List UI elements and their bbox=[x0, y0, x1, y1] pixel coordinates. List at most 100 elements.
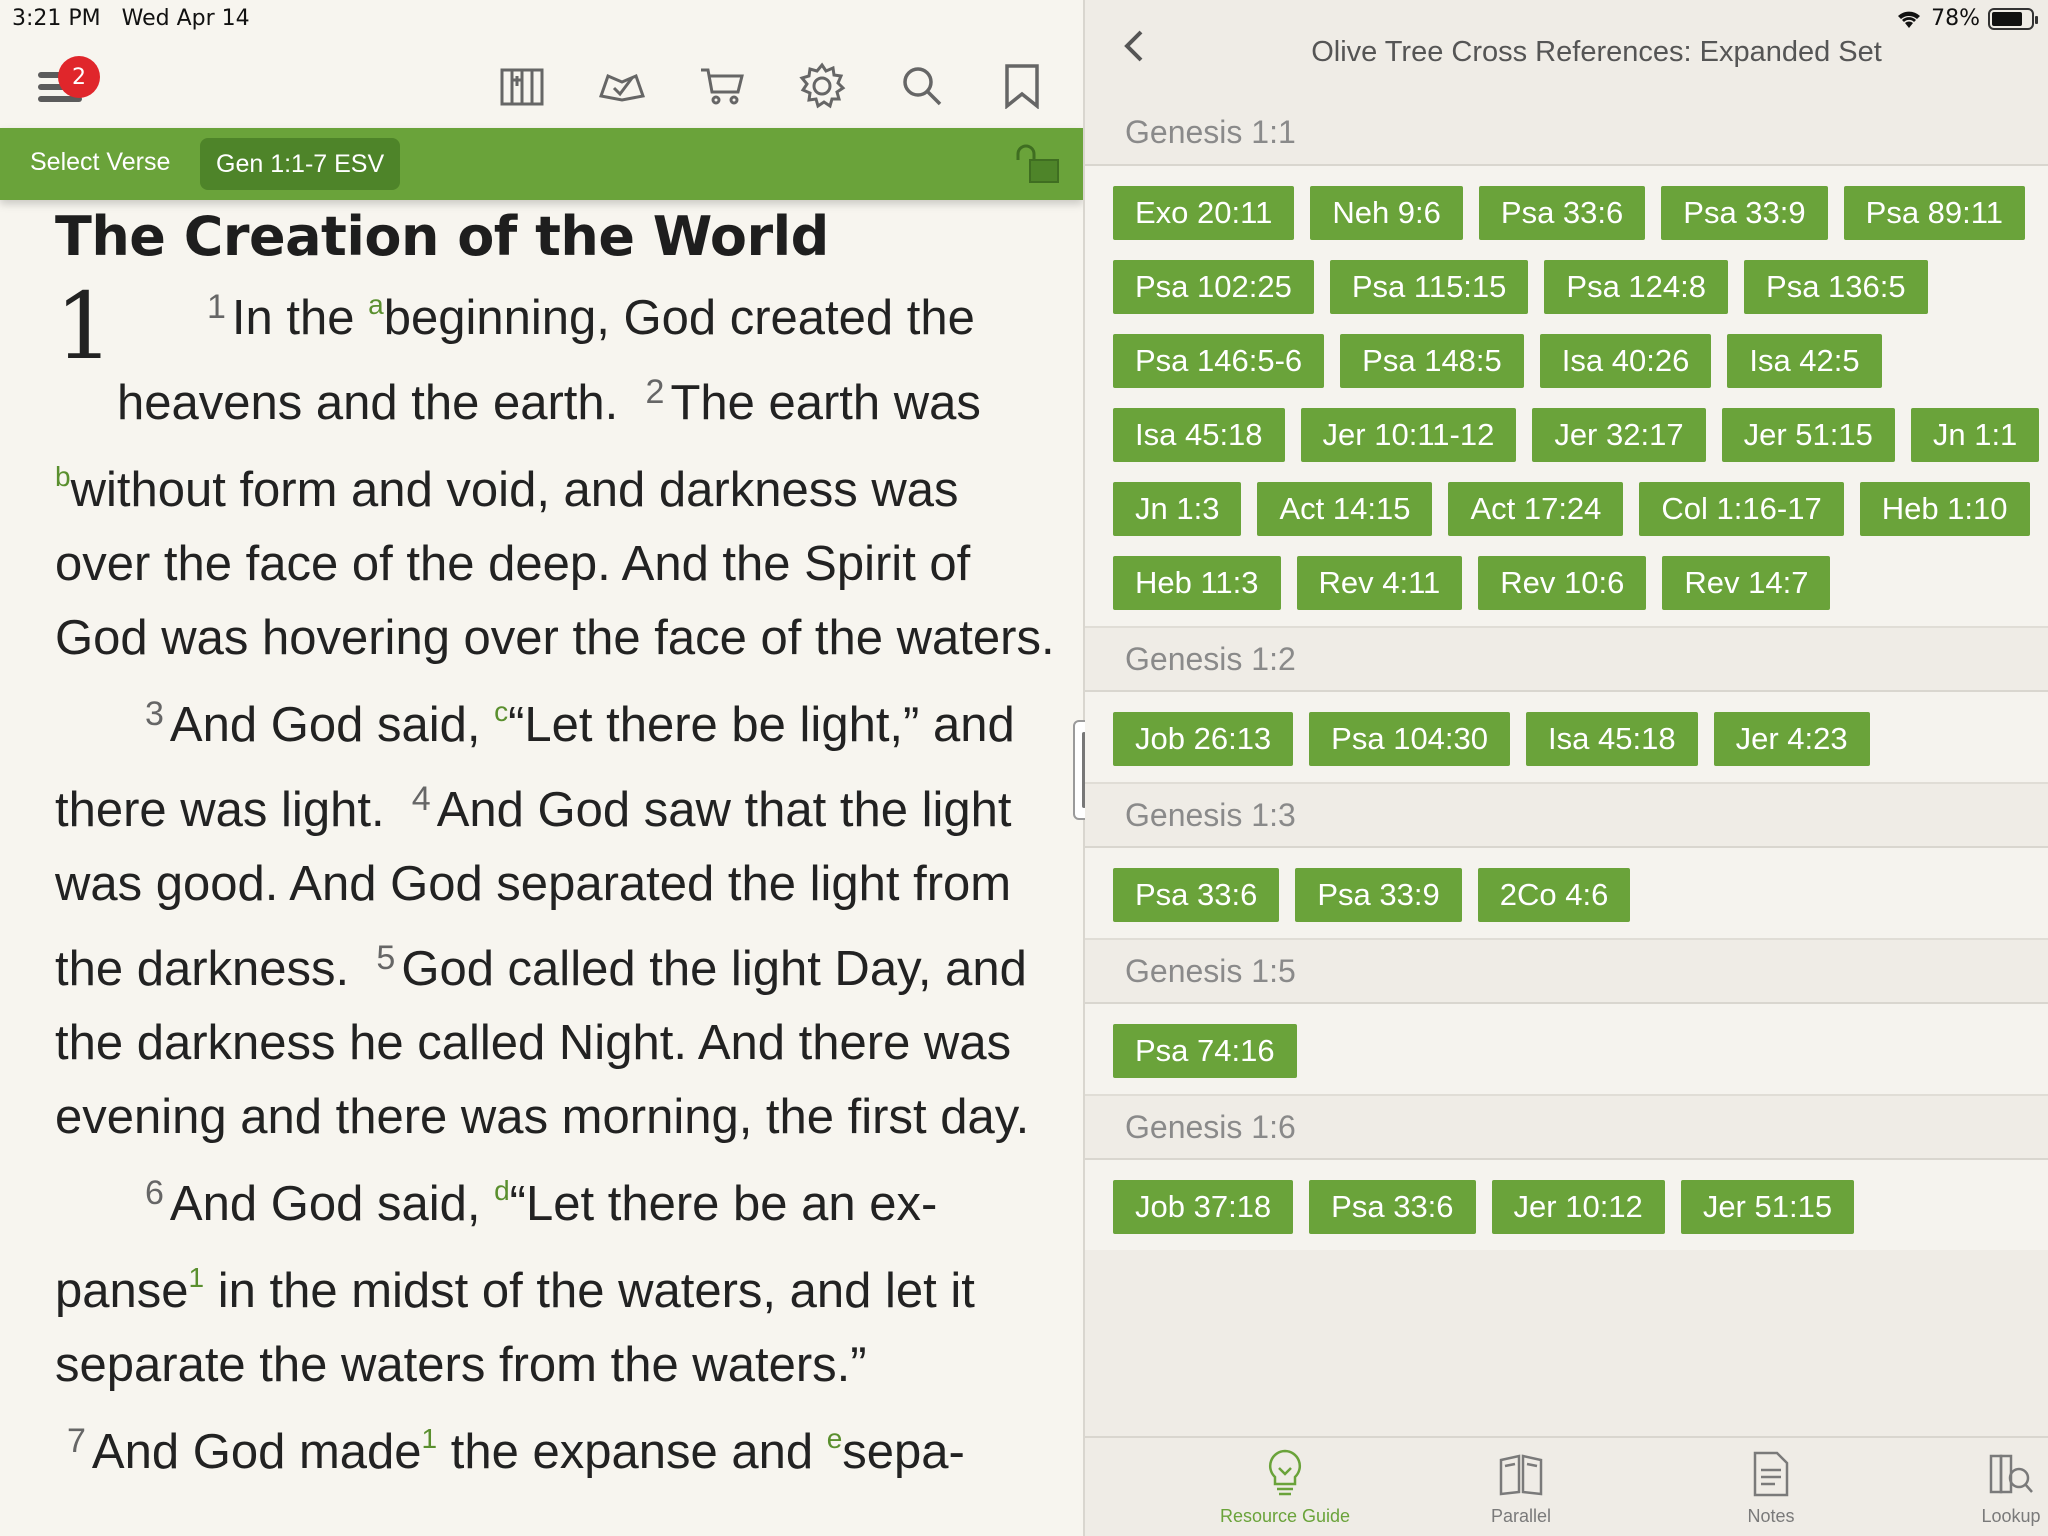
parallel-books-icon bbox=[1499, 1454, 1543, 1496]
footnote-marker[interactable]: e bbox=[827, 1423, 843, 1454]
cross-reference-chip[interactable]: Act 17:24 bbox=[1448, 482, 1624, 536]
cross-reference-chip[interactable]: Psa 33:6 bbox=[1478, 186, 1646, 240]
passage-reference-button[interactable]: Gen 1:1-7 ESV bbox=[200, 138, 401, 190]
cross-reference-chip[interactable]: Psa 89:11 bbox=[1843, 186, 2025, 240]
cross-reference-chip[interactable]: Psa 33:9 bbox=[1661, 186, 1828, 240]
cross-reference-chip[interactable]: Act 14:15 bbox=[1257, 482, 1433, 536]
verse-text[interactable]: The earth was bbox=[670, 376, 981, 430]
verse-number[interactable]: 7 bbox=[67, 1422, 86, 1460]
tab-label: Parallel bbox=[1490, 1506, 1552, 1526]
cross-reference-chip[interactable]: Jer 4:23 bbox=[1713, 712, 1870, 766]
cross-reference-chip[interactable]: Col 1:16-17 bbox=[1639, 482, 1844, 536]
cross-reference-chip[interactable]: Psa 104:30 bbox=[1309, 712, 1511, 766]
cross-reference-chip[interactable]: Rev 10:6 bbox=[1478, 556, 1647, 610]
cross-reference-chip[interactable]: Psa 33:9 bbox=[1295, 868, 1462, 922]
notification-badge: 2 bbox=[58, 56, 100, 98]
footnote-marker[interactable]: b bbox=[55, 461, 71, 492]
cross-reference-chip[interactable]: Jer 10:12 bbox=[1491, 1180, 1665, 1234]
reference-chip-group: Job 37:18 Psa 33:6 Jer 10:12 Jer 51:15 bbox=[1085, 1160, 2048, 1250]
cross-reference-chip[interactable]: Psa 74:16 bbox=[1113, 1024, 1297, 1078]
cross-reference-chip[interactable]: Isa 42:5 bbox=[1727, 334, 1882, 388]
bookmark-button[interactable] bbox=[994, 58, 1050, 114]
cross-reference-chip[interactable]: Psa 33:6 bbox=[1113, 868, 1280, 922]
section-header: Genesis 1:3 bbox=[1085, 782, 2048, 848]
cross-reference-chip[interactable]: Psa 148:5 bbox=[1340, 334, 1524, 388]
tab-label: Lookup bbox=[1981, 1506, 2041, 1526]
unlock-icon[interactable] bbox=[1012, 144, 1062, 186]
verse-number[interactable]: 5 bbox=[376, 939, 395, 977]
verse-number[interactable]: 6 bbox=[145, 1174, 164, 1212]
tab-parallel[interactable]: Parallel bbox=[1441, 1446, 1601, 1536]
cross-reference-chip[interactable]: Jer 51:15 bbox=[1680, 1180, 1855, 1234]
cross-reference-chip[interactable]: Psa 124:8 bbox=[1544, 260, 1729, 314]
footnote-marker[interactable]: d bbox=[494, 1175, 510, 1206]
search-button[interactable] bbox=[894, 58, 950, 114]
verse-bar: Select Verse Gen 1:1-7 ESV bbox=[0, 128, 1083, 200]
search-icon bbox=[903, 67, 942, 106]
cross-reference-chip[interactable]: Jer 10:11-12 bbox=[1300, 408, 1517, 462]
cross-reference-chip[interactable]: Isa 45:18 bbox=[1113, 408, 1285, 462]
settings-button[interactable] bbox=[794, 58, 850, 114]
tab-notes[interactable]: Notes bbox=[1691, 1446, 1851, 1536]
battery-icon bbox=[1988, 7, 2038, 30]
footnote-marker[interactable]: a bbox=[368, 289, 384, 320]
verse-text[interactable]: sepa- bbox=[842, 1425, 965, 1479]
reader-pane: 3:21 PM Wed Apr 14 2 Select Verse Gen 1:… bbox=[0, 0, 1083, 1536]
tab-resource-guide[interactable]: Resource Guide bbox=[1205, 1446, 1365, 1536]
cross-reference-chip[interactable]: Heb 11:3 bbox=[1113, 556, 1281, 610]
section-header: Genesis 1:5 bbox=[1085, 938, 2048, 1004]
section-header: Genesis 1:6 bbox=[1085, 1094, 2048, 1160]
main-toolbar: 2 bbox=[0, 48, 1083, 128]
verse-number[interactable]: 3 bbox=[145, 695, 164, 733]
wifi-icon bbox=[1898, 11, 1921, 28]
verse-number[interactable]: 4 bbox=[412, 780, 431, 818]
cross-reference-chip[interactable]: Isa 40:26 bbox=[1539, 334, 1712, 388]
cross-reference-chip[interactable]: Psa 146:5-6 bbox=[1113, 334, 1325, 388]
cross-reference-chip[interactable]: Neh 9:6 bbox=[1310, 186, 1463, 240]
status-indicators: 78% bbox=[1895, 6, 2038, 31]
scripture-text: The Creation of the World 1 1 In the abeg… bbox=[55, 205, 1055, 1489]
footnote-marker[interactable]: c bbox=[494, 696, 508, 727]
cross-reference-chip[interactable]: Rev 14:7 bbox=[1662, 556, 1831, 610]
select-verse-button[interactable]: Select Verse bbox=[30, 148, 170, 177]
gear-icon bbox=[799, 62, 846, 109]
cross-reference-chip[interactable]: Psa 102:25 bbox=[1113, 260, 1314, 314]
verse-text[interactable]: And God made bbox=[92, 1425, 422, 1479]
cross-reference-chip[interactable]: Isa 45:18 bbox=[1526, 712, 1698, 766]
store-button[interactable] bbox=[694, 58, 750, 114]
battery-percent: 78% bbox=[1931, 6, 1980, 31]
cross-reference-chip[interactable]: Jer 51:15 bbox=[1721, 408, 1895, 462]
verse-text[interactable]: And God said, bbox=[170, 698, 494, 752]
cross-reference-chip[interactable]: Heb 1:10 bbox=[1859, 482, 2030, 536]
cross-reference-chip[interactable]: Rev 4:11 bbox=[1296, 556, 1463, 610]
verse-number[interactable]: 1 bbox=[207, 288, 226, 326]
reference-chip-group: Psa 74:16 bbox=[1085, 1004, 2048, 1094]
verse-text[interactable]: the expanse and bbox=[437, 1425, 827, 1479]
verse-text[interactable]: In the bbox=[232, 291, 368, 345]
cross-reference-chip[interactable]: Psa 136:5 bbox=[1744, 260, 1928, 314]
verse-number[interactable]: 2 bbox=[646, 373, 665, 411]
cross-reference-chip[interactable]: Job 37:18 bbox=[1113, 1180, 1294, 1234]
section-header: Genesis 1:1 bbox=[1085, 100, 2048, 166]
tab-lookup[interactable]: Lookup bbox=[1931, 1446, 2048, 1536]
cross-reference-chip[interactable]: Jer 32:17 bbox=[1532, 408, 1706, 462]
footnote-marker[interactable]: 1 bbox=[189, 1262, 205, 1293]
verse-text[interactable]: And God said, bbox=[170, 1177, 494, 1231]
cross-reference-chip[interactable]: Jn 1:1 bbox=[1910, 408, 2040, 462]
footnote-marker[interactable]: 1 bbox=[422, 1423, 438, 1454]
library-button[interactable] bbox=[494, 58, 550, 114]
reading-plan-button[interactable] bbox=[594, 58, 650, 114]
status-time: 3:21 PM Wed Apr 14 bbox=[12, 6, 250, 31]
cross-reference-chip[interactable]: 2Co 4:6 bbox=[1477, 868, 1631, 922]
cross-reference-chip[interactable]: Exo 20:11 bbox=[1113, 186, 1295, 240]
cross-reference-chip[interactable]: Jn 1:3 bbox=[1113, 482, 1242, 536]
cross-reference-chip[interactable]: Psa 115:15 bbox=[1329, 260, 1529, 314]
cross-reference-chip[interactable]: Psa 33:6 bbox=[1309, 1180, 1476, 1234]
paragraph: bwithout form and void, and darkness was… bbox=[55, 440, 1055, 675]
bookmark-icon bbox=[1005, 64, 1039, 109]
cart-icon bbox=[701, 68, 744, 105]
resource-tab-bar: Resource Guide Parallel Notes Lookup bbox=[1085, 1436, 2048, 1536]
tab-label: Notes bbox=[1747, 1506, 1795, 1526]
cross-reference-chip[interactable]: Job 26:13 bbox=[1113, 712, 1294, 766]
verse-text[interactable]: without form and void, and darkness was … bbox=[55, 463, 1055, 665]
